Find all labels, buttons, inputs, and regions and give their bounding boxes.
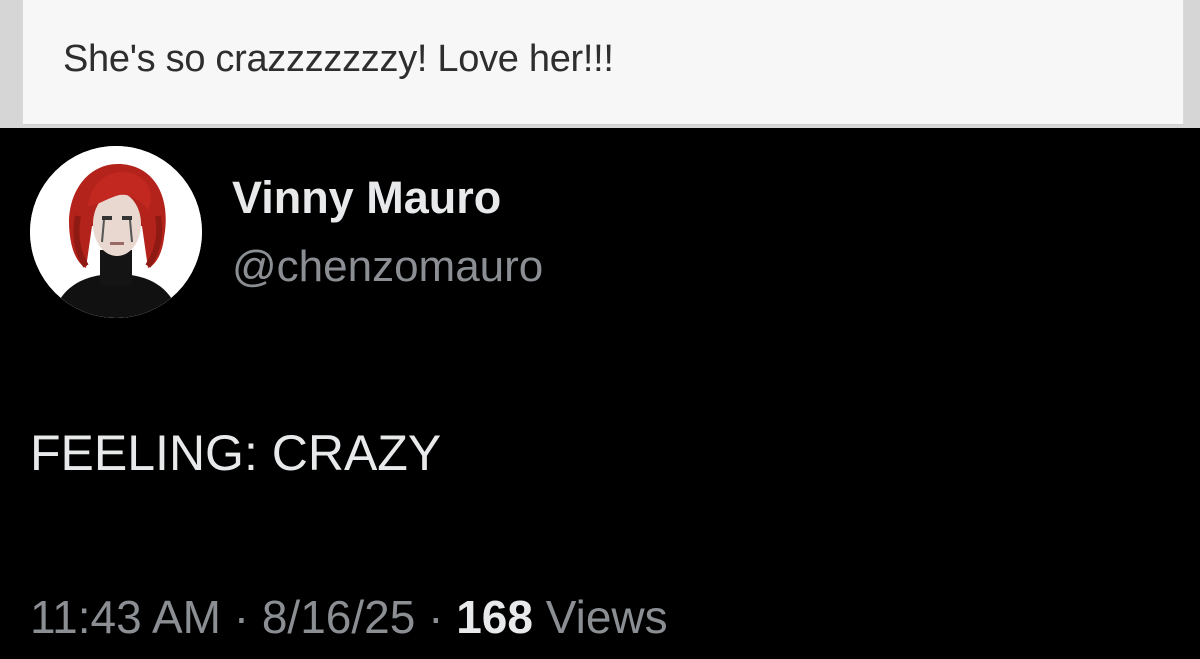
tweet-date[interactable]: 8/16/25: [262, 591, 415, 643]
author-display-name[interactable]: Vinny Mauro: [232, 172, 501, 224]
tweet-metadata: 11:43 AM · 8/16/25 · 168 Views: [30, 590, 668, 644]
quoted-comment-card: She's so crazzzzzzzy! Love her!!!: [22, 0, 1184, 125]
meta-separator: ·: [233, 591, 250, 643]
tweet-text: FEELING: CRAZY: [30, 425, 442, 481]
avatar-image: [30, 146, 202, 318]
tweet-time[interactable]: 11:43 AM: [30, 591, 221, 643]
avatar[interactable]: [30, 146, 202, 318]
screenshot: She's so crazzzzzzzy! Love her!!! Vinny: [0, 0, 1200, 659]
views-count: 168: [456, 591, 533, 643]
quoted-comment-area: She's so crazzzzzzzy! Love her!!!: [0, 0, 1200, 128]
quoted-comment-text: She's so crazzzzzzzy! Love her!!!: [63, 38, 614, 80]
author-handle[interactable]: @chenzomauro: [232, 242, 543, 292]
views-label: Views: [545, 591, 668, 643]
meta-separator: ·: [428, 591, 444, 643]
